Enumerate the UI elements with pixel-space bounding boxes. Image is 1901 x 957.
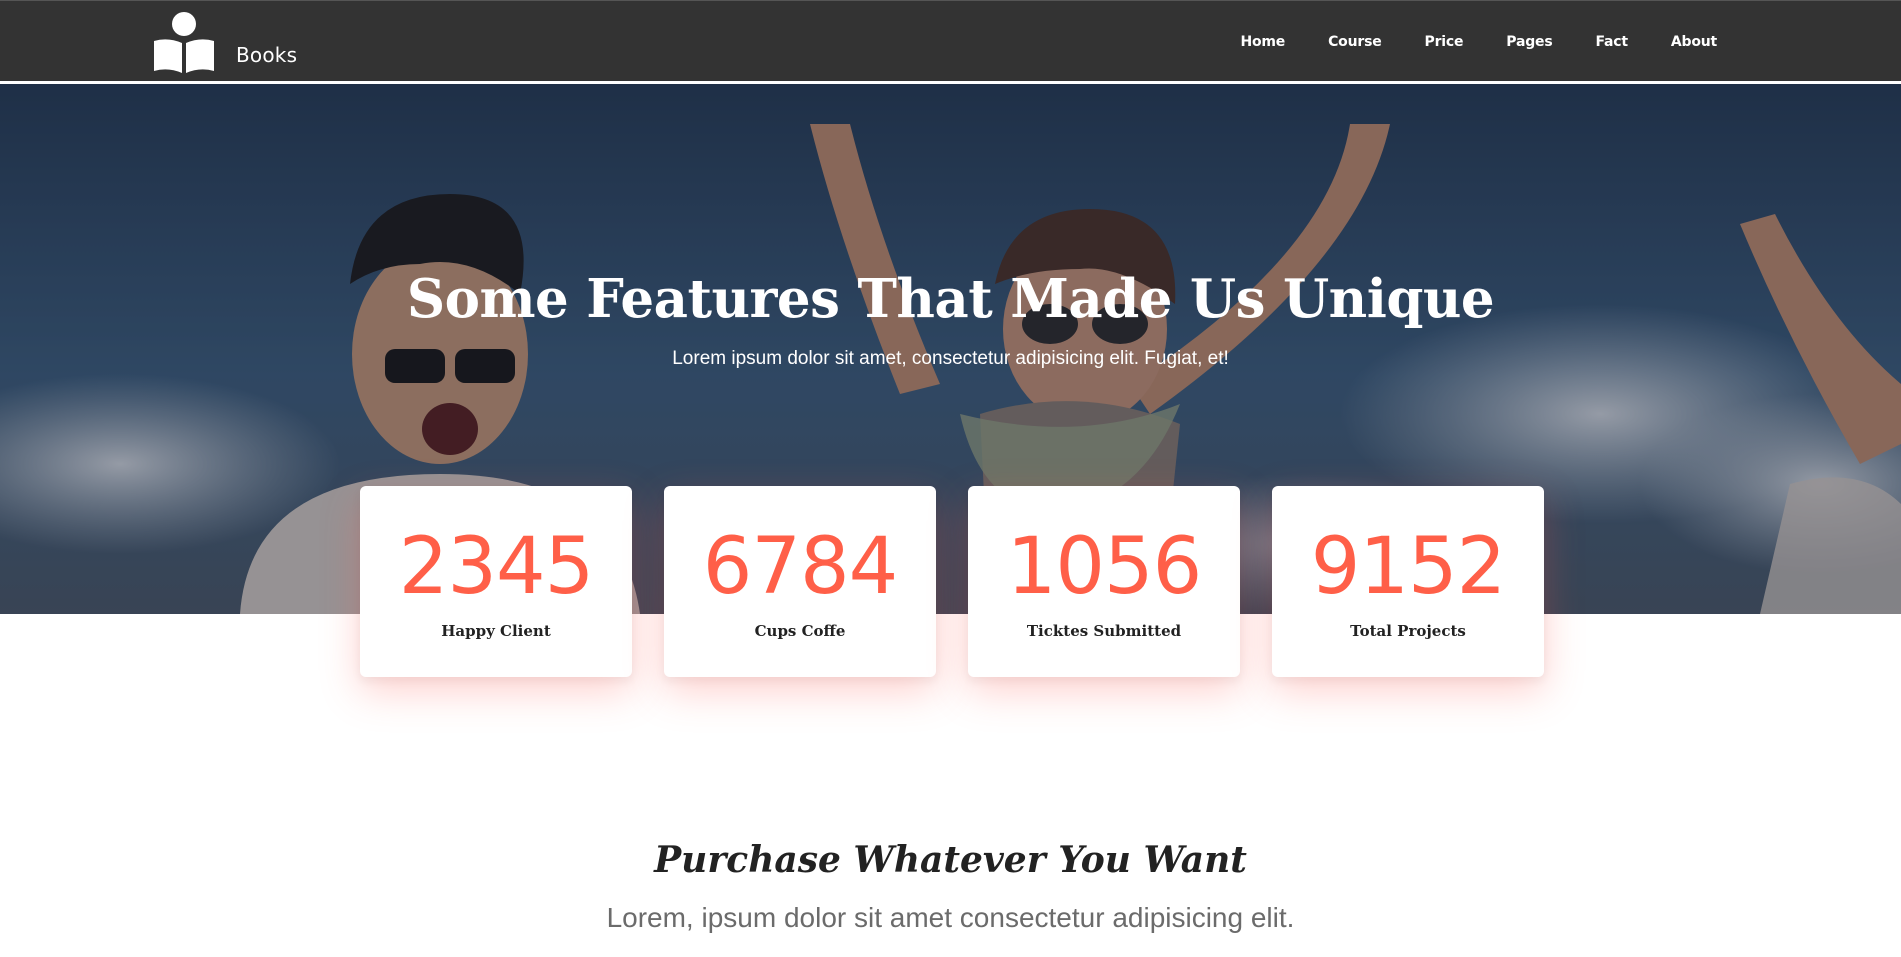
hero-subtitle: Lorem ipsum dolor sit amet, consectetur … <box>672 348 1229 369</box>
purchase-section-subtitle: Lorem, ipsum dolor sit amet consectetur … <box>606 902 1295 933</box>
stat-card-happy-client: 2345 Happy Client <box>360 486 632 677</box>
open-book-reader-icon <box>152 11 216 73</box>
stat-card-cups-coffe: 6784 Cups Coffe <box>664 486 936 677</box>
nav-links: Home Course Price Pages Fact About <box>1197 1 1717 83</box>
nav-link-home[interactable]: Home <box>1240 34 1285 50</box>
stat-card-total-projects: 9152 Total Projects <box>1272 486 1544 677</box>
stat-number: 2345 <box>398 522 595 612</box>
stat-number: 1056 <box>1006 522 1203 612</box>
nav-link-course[interactable]: Course <box>1328 34 1382 50</box>
nav-link-about[interactable]: About <box>1671 34 1717 50</box>
purchase-section-title: Purchase Whatever You Want <box>654 839 1247 881</box>
stat-label: Cups Coffe <box>754 622 846 640</box>
stat-label: Total Projects <box>1350 622 1466 640</box>
stat-card-tickets-submitted: 1056 Ticktes Submitted <box>968 486 1240 677</box>
stat-number: 6784 <box>702 522 899 612</box>
brand[interactable]: Books <box>152 11 297 73</box>
brand-name: Books <box>236 43 298 67</box>
stat-number: 9152 <box>1310 522 1507 612</box>
stat-label: Happy Client <box>441 622 551 640</box>
nav-link-pages[interactable]: Pages <box>1506 34 1552 50</box>
nav-link-fact[interactable]: Fact <box>1595 34 1628 50</box>
nav-link-price[interactable]: Price <box>1425 34 1464 50</box>
navbar: Books Home Course Price Pages Fact About <box>0 0 1901 83</box>
stats-row: 2345 Happy Client 6784 Cups Coffe 1056 T… <box>360 486 1576 677</box>
stat-label: Ticktes Submitted <box>1026 622 1182 640</box>
hero-title: Some Features That Made Us Unique <box>406 268 1495 330</box>
